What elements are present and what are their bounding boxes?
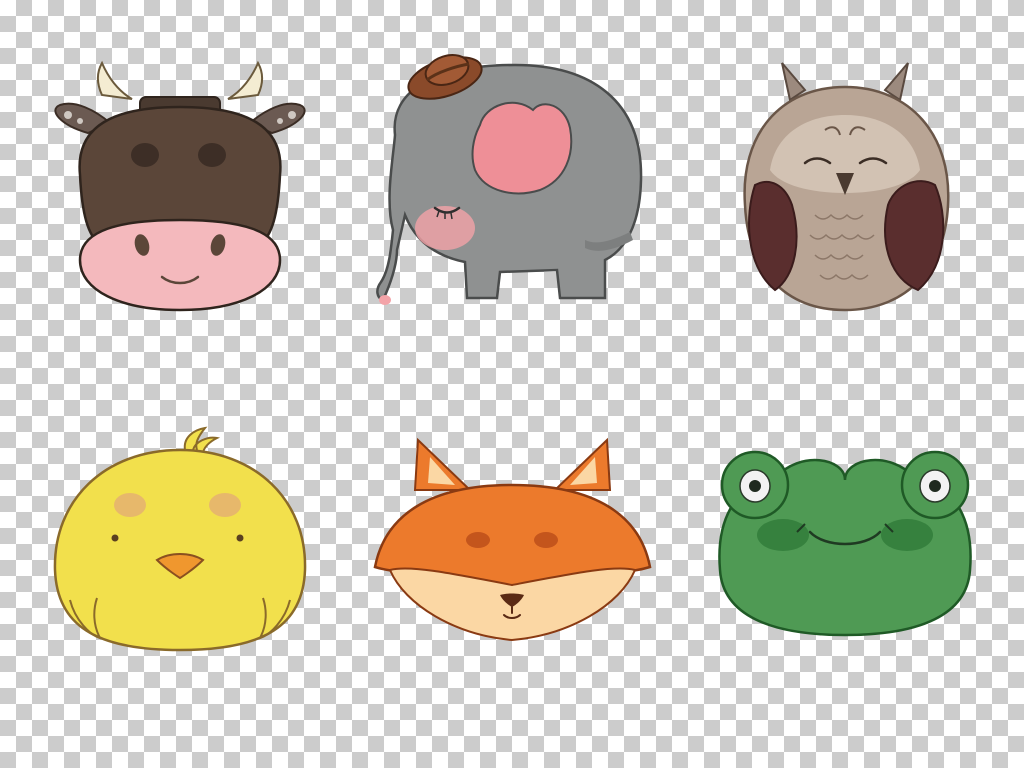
owl-illustration	[743, 62, 950, 312]
chick-illustration	[53, 426, 307, 652]
frog-illustration	[718, 450, 972, 637]
elephant-illustration	[376, 54, 643, 305]
cow-illustration	[54, 60, 306, 312]
canvas	[0, 0, 1024, 768]
fox-illustration	[373, 437, 652, 642]
